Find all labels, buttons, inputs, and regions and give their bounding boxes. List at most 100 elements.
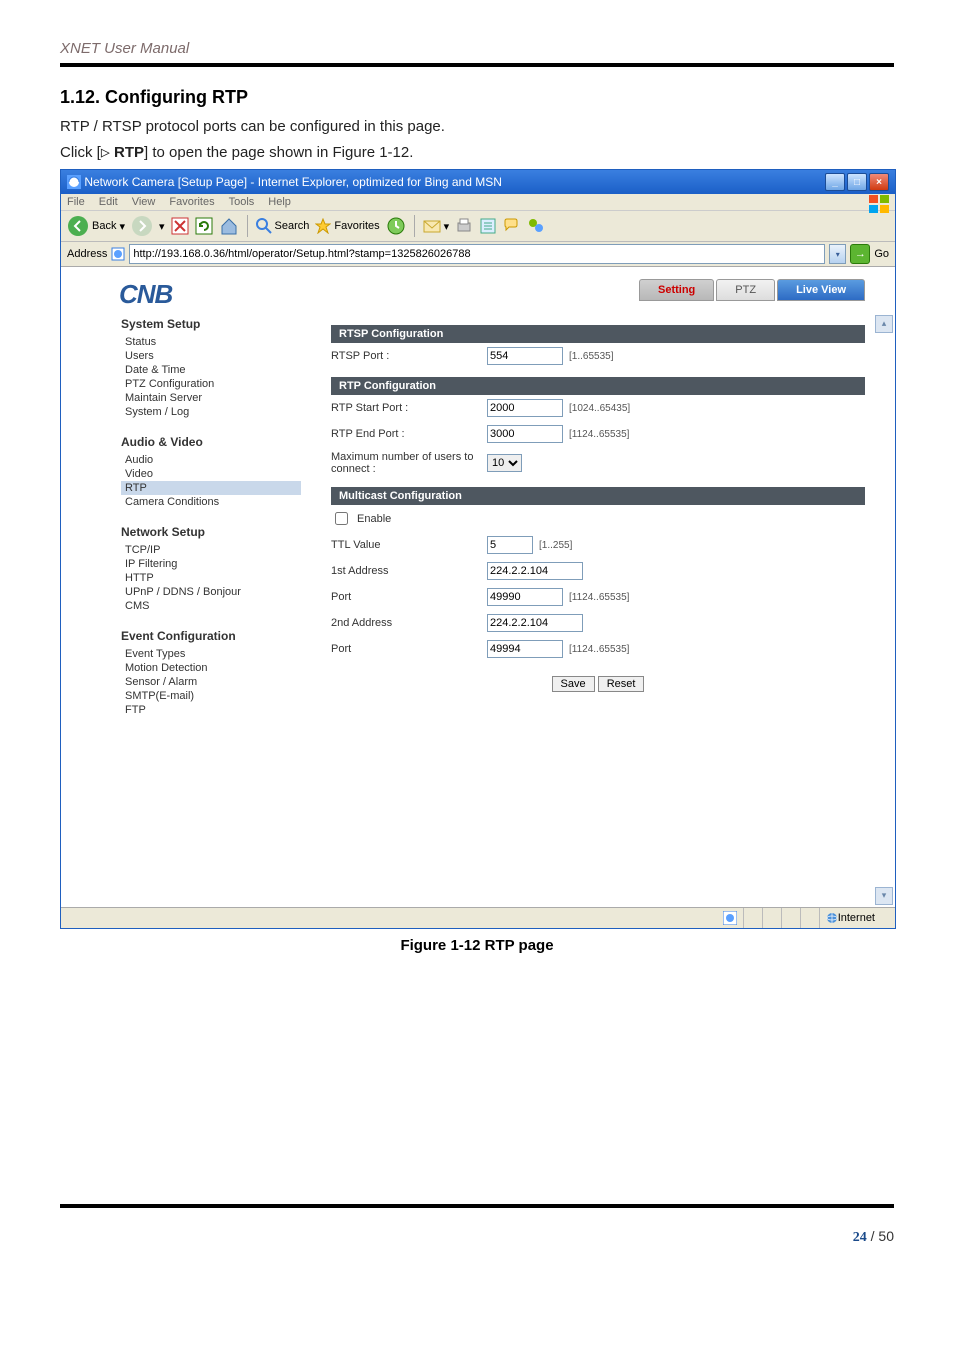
toolbar: Back ▾ ▾ Search Favorites ▾ xyxy=(61,211,895,242)
address-bar: Address ▾ → Go xyxy=(61,242,895,267)
mail-button[interactable]: ▾ xyxy=(423,218,450,234)
sidebar-item-maintain[interactable]: Maintain Server xyxy=(121,391,301,405)
figure-caption: Figure 1-12 RTP page xyxy=(60,937,894,954)
divider-top xyxy=(60,63,894,67)
refresh-button[interactable] xyxy=(195,217,213,235)
sidebar-item-audio[interactable]: Audio xyxy=(121,453,301,467)
windows-flag-icon xyxy=(869,195,889,213)
sidebar-item-users[interactable]: Users xyxy=(121,349,301,363)
messenger-button[interactable] xyxy=(527,217,545,235)
go-label: Go xyxy=(874,248,889,260)
close-button[interactable]: × xyxy=(869,173,889,191)
page-icon xyxy=(111,247,125,261)
top-tabs: Setting PTZ Live View xyxy=(61,267,895,307)
sidebar-item-event-types[interactable]: Event Types xyxy=(121,647,301,661)
menu-help[interactable]: Help xyxy=(268,196,291,208)
ttl-input[interactable] xyxy=(487,536,533,554)
stop-button[interactable] xyxy=(171,217,189,235)
address-input[interactable] xyxy=(129,244,825,264)
edit-button[interactable] xyxy=(479,217,497,235)
rtp-config-header: RTP Configuration xyxy=(331,377,865,395)
save-button[interactable]: Save xyxy=(552,676,595,692)
sidebar-item-camera-cond[interactable]: Camera Conditions xyxy=(121,495,301,509)
address-dropdown[interactable]: ▾ xyxy=(829,244,846,264)
menu-favorites[interactable]: Favorites xyxy=(169,196,214,208)
ttl-label: TTL Value xyxy=(331,539,481,551)
manual-title: XNET User Manual xyxy=(60,40,894,57)
address-label: Address xyxy=(67,248,107,260)
ttl-hint: [1..255] xyxy=(539,540,572,551)
status-zone-text: Internet xyxy=(838,912,875,924)
scroll-up-icon[interactable]: ▴ xyxy=(875,315,893,333)
window-titlebar: Network Camera [Setup Page] - Internet E… xyxy=(61,170,895,194)
intro-line-1: RTP / RTSP protocol ports can be configu… xyxy=(60,118,894,135)
menu-tools[interactable]: Tools xyxy=(229,196,255,208)
sidebar-item-tcpip[interactable]: TCP/IP xyxy=(121,543,301,557)
sidebar-item-datetime[interactable]: Date & Time xyxy=(121,363,301,377)
port1-input[interactable] xyxy=(487,588,563,606)
page-footer: 24 / 50 xyxy=(60,1228,894,1246)
addr2-input[interactable] xyxy=(487,614,583,632)
sidebar-item-ftp[interactable]: FTP xyxy=(121,703,301,717)
rtsp-port-input[interactable] xyxy=(487,347,563,365)
go-button[interactable]: → xyxy=(850,244,870,264)
sidebar-item-upnp[interactable]: UPnP / DDNS / Bonjour xyxy=(121,585,301,599)
discuss-button[interactable] xyxy=(503,217,521,235)
search-button[interactable]: Search xyxy=(256,218,310,234)
max-users-select[interactable]: 10 xyxy=(487,454,522,472)
rtp-start-label: RTP Start Port : xyxy=(331,402,481,414)
home-button[interactable] xyxy=(219,216,239,236)
ie-status-icon xyxy=(723,911,737,925)
back-button[interactable]: Back ▾ xyxy=(67,215,125,237)
internet-zone-icon xyxy=(826,912,838,924)
maximize-button[interactable]: □ xyxy=(847,173,867,191)
tab-setting[interactable]: Setting xyxy=(639,279,714,301)
sidebar-item-ipfilter[interactable]: IP Filtering xyxy=(121,557,301,571)
sidebar-item-motion[interactable]: Motion Detection xyxy=(121,661,301,675)
menu-edit[interactable]: Edit xyxy=(99,196,118,208)
port2-input[interactable] xyxy=(487,640,563,658)
tab-live-view[interactable]: Live View xyxy=(777,279,865,301)
favorites-button[interactable]: Favorites xyxy=(315,218,379,234)
sidebar-item-rtp[interactable]: RTP xyxy=(121,481,301,495)
group-audio-video: Audio & Video xyxy=(121,435,301,449)
menu-file[interactable]: File xyxy=(67,196,85,208)
sidebar-item-sensor[interactable]: Sensor / Alarm xyxy=(121,675,301,689)
sidebar: System Setup Status Users Date & Time PT… xyxy=(121,317,301,877)
rtp-end-hint: [1124..65535] xyxy=(569,429,629,440)
rtsp-port-hint: [1..65535] xyxy=(569,351,613,362)
forward-button[interactable] xyxy=(131,215,153,237)
menu-bar: File Edit View Favorites Tools Help xyxy=(61,194,895,211)
minimize-button[interactable]: _ xyxy=(825,173,845,191)
history-button[interactable] xyxy=(386,216,406,236)
rtp-start-input[interactable] xyxy=(487,399,563,417)
rtsp-config-header: RTSP Configuration xyxy=(331,325,865,343)
sidebar-item-status[interactable]: Status xyxy=(121,335,301,349)
sidebar-item-http[interactable]: HTTP xyxy=(121,571,301,585)
rtp-start-hint: [1024..65435] xyxy=(569,403,630,414)
sidebar-item-smtp[interactable]: SMTP(E-mail) xyxy=(121,689,301,703)
sidebar-item-cms[interactable]: CMS xyxy=(121,599,301,613)
page-viewport: CNB Setting PTZ Live View ▴ System Setup… xyxy=(61,267,895,907)
addr1-label: 1st Address xyxy=(331,565,481,577)
sidebar-item-video[interactable]: Video xyxy=(121,467,301,481)
print-button[interactable] xyxy=(455,217,473,235)
group-network-setup: Network Setup xyxy=(121,525,301,539)
main-form: RTSP Configuration RTSP Port : [1..65535… xyxy=(331,317,865,877)
rtp-end-input[interactable] xyxy=(487,425,563,443)
port1-label: Port xyxy=(331,591,481,603)
multicast-enable-label: Enable xyxy=(357,513,391,525)
reset-button[interactable]: Reset xyxy=(598,676,645,692)
triangle-icon: ▷ xyxy=(101,143,110,161)
multicast-enable-checkbox[interactable] xyxy=(335,512,348,525)
sidebar-item-ptz-config[interactable]: PTZ Configuration xyxy=(121,377,301,391)
tab-ptz[interactable]: PTZ xyxy=(716,279,775,301)
multicast-config-header: Multicast Configuration xyxy=(331,487,865,505)
divider-bottom xyxy=(60,1204,894,1208)
window-title: Network Camera [Setup Page] - Internet E… xyxy=(67,175,502,190)
menu-view[interactable]: View xyxy=(132,196,156,208)
rtsp-port-label: RTSP Port : xyxy=(331,350,481,362)
sidebar-item-syslog[interactable]: System / Log xyxy=(121,405,301,419)
addr1-input[interactable] xyxy=(487,562,583,580)
scroll-down-icon[interactable]: ▾ xyxy=(875,887,893,905)
